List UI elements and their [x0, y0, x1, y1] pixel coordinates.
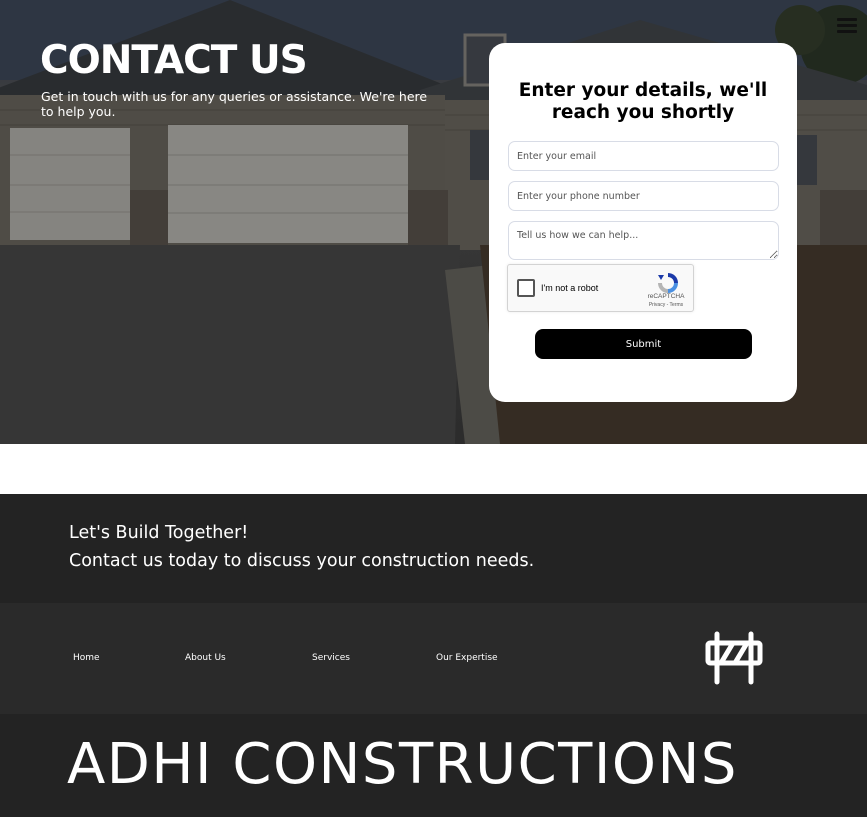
- footer-link-our-expertise[interactable]: Our Expertise: [436, 653, 498, 663]
- form-title: Enter your details, we'll reach you shor…: [518, 80, 768, 123]
- cta-section: Let's Build Together! Contact us today t…: [0, 494, 867, 603]
- recaptcha-checkbox[interactable]: [517, 279, 535, 297]
- footer-link-about-us[interactable]: About Us: [185, 653, 226, 663]
- email-input[interactable]: [508, 141, 779, 171]
- footer-link-home[interactable]: Home: [73, 653, 100, 663]
- road-barrier-icon: [705, 631, 763, 685]
- footer-nav: Home About Us Services Our Expertise: [0, 603, 867, 714]
- brand-section: ADHI CONSTRUCTIONS: [0, 714, 867, 817]
- brand-name: ADHI CONSTRUCTIONS: [67, 732, 738, 797]
- footer-link-services[interactable]: Services: [312, 653, 350, 663]
- page-subtitle: Get in touch with us for any queries or …: [41, 89, 428, 119]
- contact-form-card: Enter your details, we'll reach you shor…: [489, 43, 797, 402]
- hamburger-menu-icon[interactable]: [837, 18, 857, 34]
- page-title: CONTACT US: [40, 38, 308, 83]
- recaptcha-logo-icon: [658, 273, 678, 293]
- hero-section: CONTACT US Get in touch with us for any …: [0, 0, 867, 444]
- recaptcha-brand: reCAPTCHA: [647, 293, 685, 300]
- recaptcha-privacy-terms-link[interactable]: Privacy - Terms: [638, 302, 694, 308]
- phone-input[interactable]: [508, 181, 779, 211]
- submit-button[interactable]: Submit: [535, 329, 752, 359]
- recaptcha-label: I'm not a robot: [541, 283, 599, 293]
- cta-heading: Let's Build Together!: [69, 523, 249, 543]
- cta-text: Contact us today to discuss your constru…: [69, 551, 535, 571]
- recaptcha-widget: I'm not a robot reCAPTCHA Privacy - Term…: [507, 264, 694, 312]
- message-textarea[interactable]: [508, 221, 779, 260]
